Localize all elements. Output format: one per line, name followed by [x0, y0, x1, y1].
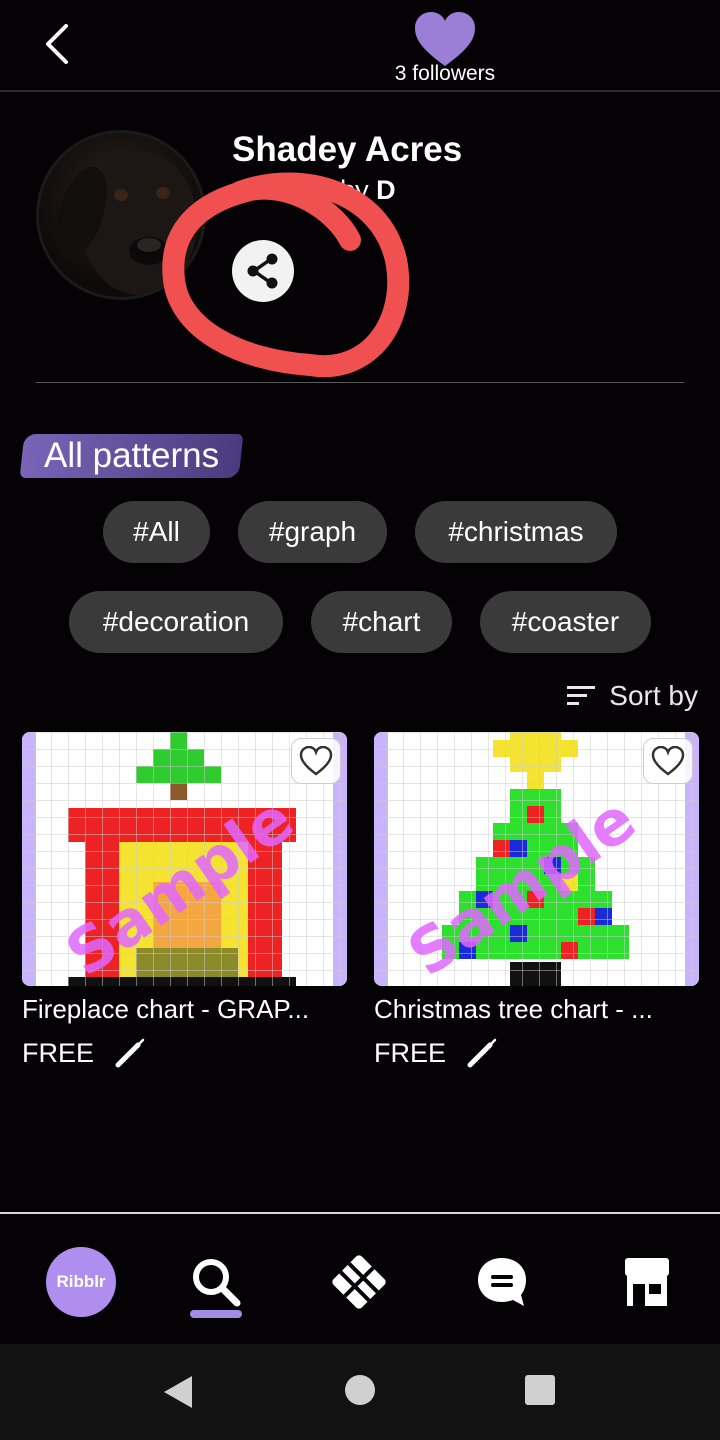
nav-home[interactable]: Ribblr: [41, 1242, 121, 1322]
ribblr-logo: Ribblr: [46, 1247, 116, 1317]
chat-icon: [478, 1258, 526, 1306]
patterns-icon: [332, 1255, 386, 1309]
dog-photo: [55, 151, 197, 295]
favorite-button[interactable]: [643, 738, 693, 784]
followers-count: 3 followers: [394, 62, 496, 85]
tag-chart[interactable]: #chart: [311, 591, 452, 653]
heart-icon: [415, 12, 475, 66]
favorite-button[interactable]: [291, 738, 341, 784]
tag-christmas[interactable]: #christmas: [415, 501, 617, 563]
search-icon: [193, 1259, 241, 1307]
share-button[interactable]: [232, 240, 294, 302]
tag-coaster[interactable]: #coaster: [480, 591, 651, 653]
shop-subtitle: Patterns by D: [232, 175, 396, 206]
card-title[interactable]: Fireplace chart - GRAP...: [22, 994, 347, 1025]
crochet-hook-icon: [467, 1038, 497, 1068]
pattern-thumbnail[interactable]: Sample: [374, 732, 699, 986]
author-name[interactable]: D: [376, 175, 396, 205]
section-title-text: All patterns: [44, 436, 220, 475]
shop-name: Shadey Acres: [232, 130, 463, 169]
active-tab-indicator: [190, 1310, 242, 1318]
top-bar: 3 followers: [0, 0, 720, 92]
pattern-thumbnail[interactable]: Sample: [22, 732, 347, 986]
pattern-card[interactable]: Sample Fireplace chart - GRAP... FREE: [22, 732, 347, 1071]
nav-shop[interactable]: [607, 1242, 687, 1322]
divider: [36, 382, 684, 383]
bottom-nav: Ribblr: [0, 1212, 720, 1344]
system-home-icon[interactable]: [344, 1374, 376, 1406]
sort-by-button[interactable]: Sort by: [567, 680, 698, 712]
price-row: FREE: [22, 1035, 347, 1071]
sort-icon: [567, 686, 596, 705]
follow-button[interactable]: 3 followers: [370, 12, 520, 90]
shop-icon: [625, 1258, 669, 1306]
back-button[interactable]: [38, 20, 82, 68]
system-nav-bar: [0, 1344, 720, 1440]
system-back-icon[interactable]: [162, 1374, 194, 1410]
avatar: [36, 130, 206, 300]
section-title: All patterns: [19, 434, 244, 478]
heart-outline-icon: [299, 746, 333, 776]
card-title[interactable]: Christmas tree chart - ...: [374, 994, 699, 1025]
tag-decoration[interactable]: #decoration: [69, 591, 283, 653]
price-row: FREE: [374, 1035, 699, 1071]
heart-outline-icon: [651, 746, 685, 776]
chevron-left-icon: [46, 24, 68, 64]
tag-graph[interactable]: #graph: [238, 501, 387, 563]
nav-patterns[interactable]: [319, 1242, 399, 1322]
pattern-card[interactable]: Sample Christmas tree chart - ... FREE: [374, 732, 699, 1071]
price-label: FREE: [374, 1037, 447, 1068]
tag-all[interactable]: #All: [103, 501, 210, 563]
share-icon: [247, 253, 278, 289]
system-recents-icon[interactable]: [524, 1374, 556, 1406]
subtitle-prefix: s by: [319, 175, 369, 205]
crochet-hook-icon: [115, 1038, 145, 1068]
price-label: FREE: [22, 1037, 95, 1068]
sort-label: Sort by: [609, 680, 698, 711]
nav-messages[interactable]: [462, 1242, 542, 1322]
